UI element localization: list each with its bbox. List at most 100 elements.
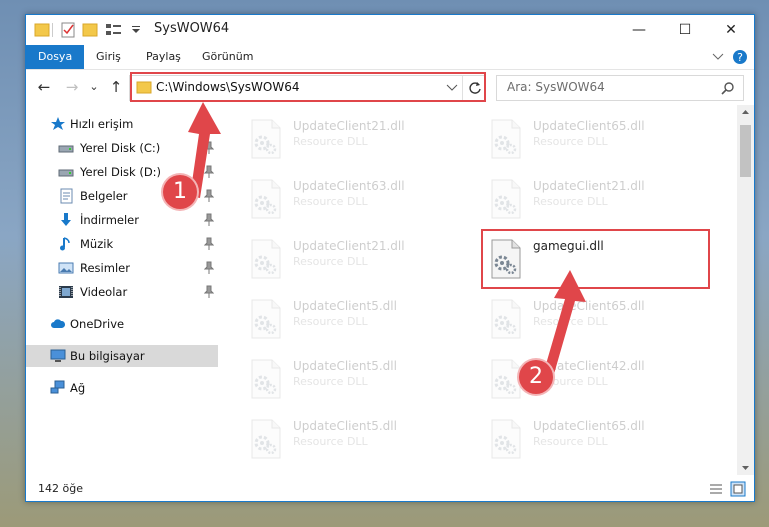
pin-icon bbox=[204, 285, 214, 298]
step-2-badge: 2 bbox=[519, 360, 553, 394]
file-item[interactable]: UpdateClient21.dll Resource DLL bbox=[219, 233, 449, 283]
dll-file-icon bbox=[251, 179, 281, 219]
pin-icon bbox=[204, 261, 214, 274]
scroll-down-icon[interactable] bbox=[741, 464, 750, 472]
file-list: UpdateClient21.dll Resource DLL UpdateClie… bbox=[219, 105, 737, 475]
file-name: UpdateClient21.dll bbox=[293, 239, 405, 253]
file-name: UpdateClient63.dll bbox=[293, 179, 405, 193]
file-type: Resource DLL bbox=[293, 435, 368, 448]
maximize-button[interactable]: ☐ bbox=[662, 15, 708, 45]
help-icon[interactable]: ? bbox=[732, 49, 748, 65]
file-name: UpdateClient5.dll bbox=[293, 299, 397, 313]
qa-separator bbox=[52, 23, 53, 37]
close-button[interactable]: ✕ bbox=[708, 15, 754, 45]
file-name: UpdateClient65.dll bbox=[533, 119, 645, 133]
back-button[interactable]: ← bbox=[34, 77, 54, 97]
search-box[interactable]: Ara: SysWOW64 bbox=[496, 75, 744, 101]
large-icons-view-icon[interactable] bbox=[730, 481, 746, 497]
dll-file-icon bbox=[251, 299, 281, 339]
up-button[interactable]: ↑ bbox=[106, 77, 126, 97]
file-name: UpdateClient5.dll bbox=[293, 359, 397, 373]
downloads-icon bbox=[61, 213, 71, 226]
star-icon bbox=[51, 117, 65, 130]
tab-giris[interactable]: Giriş bbox=[84, 45, 133, 69]
folder-icon bbox=[34, 23, 50, 37]
item-count: 142 öğe bbox=[38, 482, 83, 495]
ribbon-tabs: Dosya Giriş Paylaş Görünüm ? bbox=[26, 45, 754, 70]
scroll-up-icon[interactable] bbox=[741, 108, 750, 116]
file-type: Resource DLL bbox=[533, 435, 608, 448]
file-type: Resource DLL bbox=[293, 255, 368, 268]
network-icon bbox=[50, 380, 65, 394]
pictures-icon bbox=[58, 262, 74, 274]
new-folder-icon[interactable] bbox=[82, 21, 98, 39]
file-type: Resource DLL bbox=[293, 135, 368, 148]
drive-icon bbox=[58, 169, 74, 177]
address-highlight-box bbox=[130, 72, 486, 102]
sidebar-item-label: Resimler bbox=[80, 261, 130, 275]
forward-button[interactable]: → bbox=[62, 77, 82, 97]
sidebar-item-label: Belgeler bbox=[80, 189, 128, 203]
tab-dosya[interactable]: Dosya bbox=[26, 45, 85, 69]
title-bar: SysWOW64 — ☐ ✕ bbox=[26, 15, 754, 45]
tab-gorunum[interactable]: Görünüm bbox=[190, 45, 265, 69]
search-input[interactable]: Ara: SysWOW64 bbox=[507, 80, 605, 94]
scrollbar-thumb[interactable] bbox=[740, 125, 751, 177]
recent-locations-button[interactable]: ⌄ bbox=[84, 77, 104, 97]
documents-icon bbox=[60, 188, 73, 204]
dll-file-icon bbox=[251, 359, 281, 399]
file-type: Resource DLL bbox=[293, 195, 368, 208]
minimize-button[interactable]: — bbox=[616, 15, 662, 45]
view-options-icon[interactable] bbox=[104, 21, 124, 39]
vertical-scrollbar[interactable] bbox=[737, 105, 754, 475]
file-item[interactable]: UpdateClient21.dll Resource DLL bbox=[459, 173, 689, 223]
sidebar-item-label: İndirmeler bbox=[80, 213, 139, 227]
dll-file-icon bbox=[491, 419, 521, 459]
file-type: Resource DLL bbox=[533, 135, 608, 148]
sidebar-item-this-pc[interactable]: Bu bilgisayar bbox=[26, 345, 218, 367]
file-name: UpdateClient21.dll bbox=[533, 179, 645, 193]
sidebar-item-pictures[interactable]: Resimler bbox=[26, 257, 218, 279]
expand-ribbon-icon[interactable] bbox=[712, 52, 724, 62]
sidebar-item-videos[interactable]: Videolar bbox=[26, 281, 218, 303]
dll-file-icon bbox=[491, 359, 521, 399]
dll-file-icon bbox=[251, 419, 281, 459]
sidebar-item-onedrive[interactable]: OneDrive bbox=[26, 313, 218, 335]
dll-file-icon bbox=[491, 119, 521, 159]
tab-paylas[interactable]: Paylaş bbox=[134, 45, 193, 69]
file-highlight-box bbox=[481, 229, 710, 289]
videos-icon bbox=[59, 286, 73, 298]
sidebar-item-music[interactable]: Müzik bbox=[26, 233, 218, 255]
file-item[interactable]: UpdateClient5.dll Resource DLL bbox=[219, 413, 449, 463]
dll-file-icon bbox=[251, 239, 281, 279]
file-item[interactable]: UpdateClient65.dll Resource DLL bbox=[459, 413, 689, 463]
file-item[interactable]: UpdateClient21.dll Resource DLL bbox=[219, 113, 449, 163]
sidebar-item-downloads[interactable]: İndirmeler bbox=[26, 209, 218, 231]
search-icon[interactable] bbox=[721, 81, 735, 95]
sidebar-item-label: OneDrive bbox=[70, 317, 125, 331]
properties-icon[interactable] bbox=[60, 21, 76, 39]
pin-icon bbox=[204, 237, 214, 250]
dll-file-icon bbox=[251, 119, 281, 159]
sidebar-item-network[interactable]: Ağ bbox=[26, 377, 218, 399]
status-bar: 142 öğe bbox=[26, 477, 754, 501]
file-item[interactable]: UpdateClient63.dll Resource DLL bbox=[219, 173, 449, 223]
sidebar-item-label: Hızlı erişim bbox=[70, 117, 134, 131]
details-view-icon[interactable] bbox=[708, 482, 724, 496]
cloud-icon bbox=[51, 319, 66, 328]
file-item[interactable]: UpdateClient5.dll Resource DLL bbox=[219, 293, 449, 343]
file-item[interactable]: UpdateClient65.dll Resource DLL bbox=[459, 113, 689, 163]
file-item[interactable]: UpdateClient5.dll Resource DLL bbox=[219, 353, 449, 403]
customize-toolbar-icon[interactable] bbox=[130, 21, 142, 39]
sidebar-item-label: Yerel Disk (C:) bbox=[80, 141, 161, 155]
computer-icon bbox=[50, 349, 66, 362]
sidebar-item-label: Yerel Disk (D:) bbox=[80, 165, 162, 179]
file-name: UpdateClient65.dll bbox=[533, 419, 645, 433]
music-icon bbox=[60, 237, 70, 251]
step-1-badge: 1 bbox=[163, 175, 197, 209]
window-title: SysWOW64 bbox=[154, 21, 230, 36]
drive-icon bbox=[58, 145, 74, 153]
pin-icon bbox=[204, 213, 214, 226]
file-type: Resource DLL bbox=[293, 375, 368, 388]
sidebar-item-label: Müzik bbox=[80, 237, 114, 251]
